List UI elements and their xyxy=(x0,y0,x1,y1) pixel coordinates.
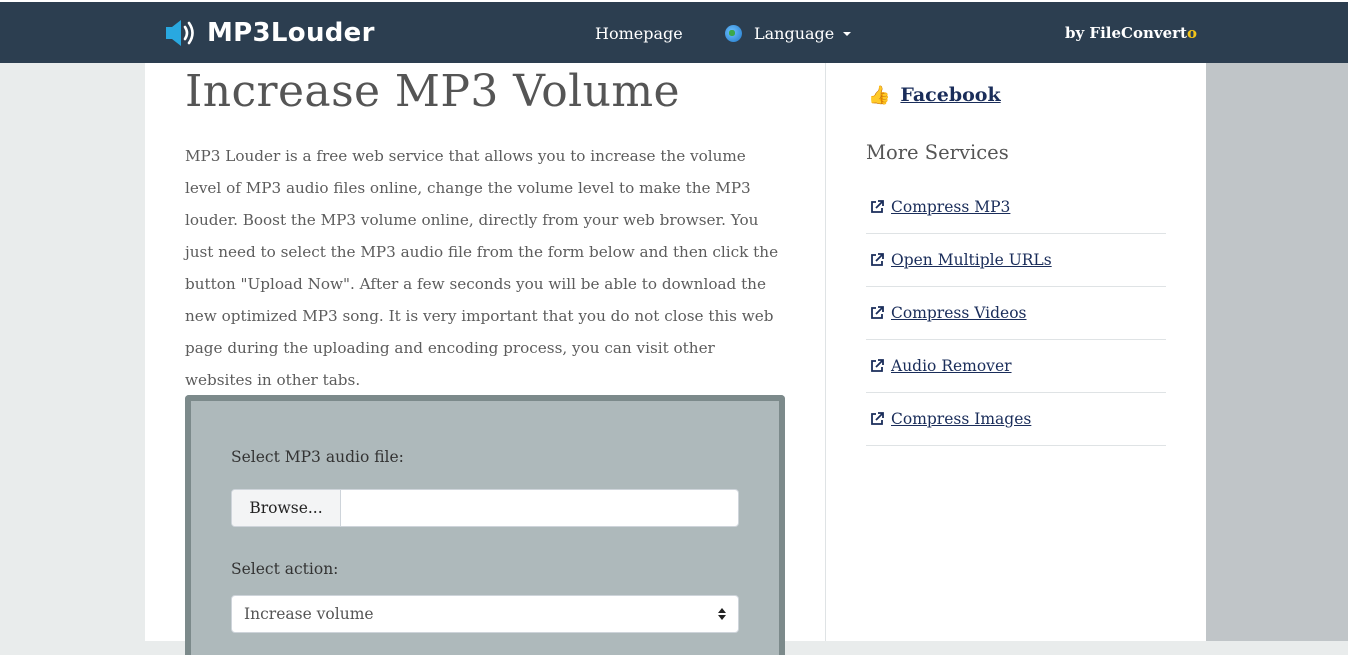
facebook-link-row[interactable]: 👍 Facebook xyxy=(868,84,1001,106)
caret-down-icon xyxy=(843,31,852,36)
service-item-compress-images[interactable]: Compress Images xyxy=(866,393,1166,446)
top-navbar: MP3Louder Homepage Language by FileConve… xyxy=(0,0,1348,63)
action-label: Select action: xyxy=(231,560,339,578)
services-list: Compress MP3 Open Multiple URLs Compress… xyxy=(866,181,1166,446)
more-services-heading: More Services xyxy=(866,141,1009,164)
speaker-icon xyxy=(166,20,194,46)
service-link-label[interactable]: Audio Remover xyxy=(891,357,1012,375)
action-select[interactable]: Increase volume xyxy=(231,595,739,633)
action-select-value: Increase volume xyxy=(244,605,374,623)
select-arrows-icon xyxy=(718,607,726,621)
service-item-compress-videos[interactable]: Compress Videos xyxy=(866,287,1166,340)
site-logo[interactable]: MP3Louder xyxy=(165,16,375,50)
browse-button[interactable]: Browse... xyxy=(232,490,341,526)
external-link-icon xyxy=(871,359,884,372)
language-dropdown[interactable]: Language xyxy=(725,24,852,43)
service-item-open-multiple-urls[interactable]: Open Multiple URLs xyxy=(866,234,1166,287)
service-link-label[interactable]: Compress MP3 xyxy=(891,198,1010,216)
logo-text: MP3Louder xyxy=(207,18,375,48)
external-link-icon xyxy=(871,253,884,266)
service-link-label[interactable]: Compress Videos xyxy=(891,304,1027,322)
external-link-icon xyxy=(871,200,884,213)
file-input[interactable]: Browse... xyxy=(231,489,739,527)
language-label: Language xyxy=(754,24,835,43)
facebook-link[interactable]: Facebook xyxy=(900,84,1000,106)
page-background-right xyxy=(1206,0,1348,641)
file-label: Select MP3 audio file: xyxy=(231,448,404,466)
globe-icon xyxy=(725,25,742,42)
file-name-field[interactable] xyxy=(341,490,738,526)
service-item-compress-mp3[interactable]: Compress MP3 xyxy=(866,181,1166,234)
service-link-label[interactable]: Open Multiple URLs xyxy=(891,251,1052,269)
external-link-icon xyxy=(871,306,884,319)
by-fileconverto-link[interactable]: by FileConverto xyxy=(1065,24,1197,42)
by-text: by FileConvert xyxy=(1065,24,1187,42)
service-link-label[interactable]: Compress Images xyxy=(891,410,1031,428)
intro-paragraph: MP3 Louder is a free web service that al… xyxy=(185,147,779,389)
service-item-audio-remover[interactable]: Audio Remover xyxy=(866,340,1166,393)
nav-homepage-link[interactable]: Homepage xyxy=(595,24,683,43)
page-title: Increase MP3 Volume xyxy=(185,66,680,117)
external-link-icon xyxy=(871,412,884,425)
thumbs-up-icon: 👍 xyxy=(868,84,891,106)
by-text-accent: o xyxy=(1186,24,1197,42)
